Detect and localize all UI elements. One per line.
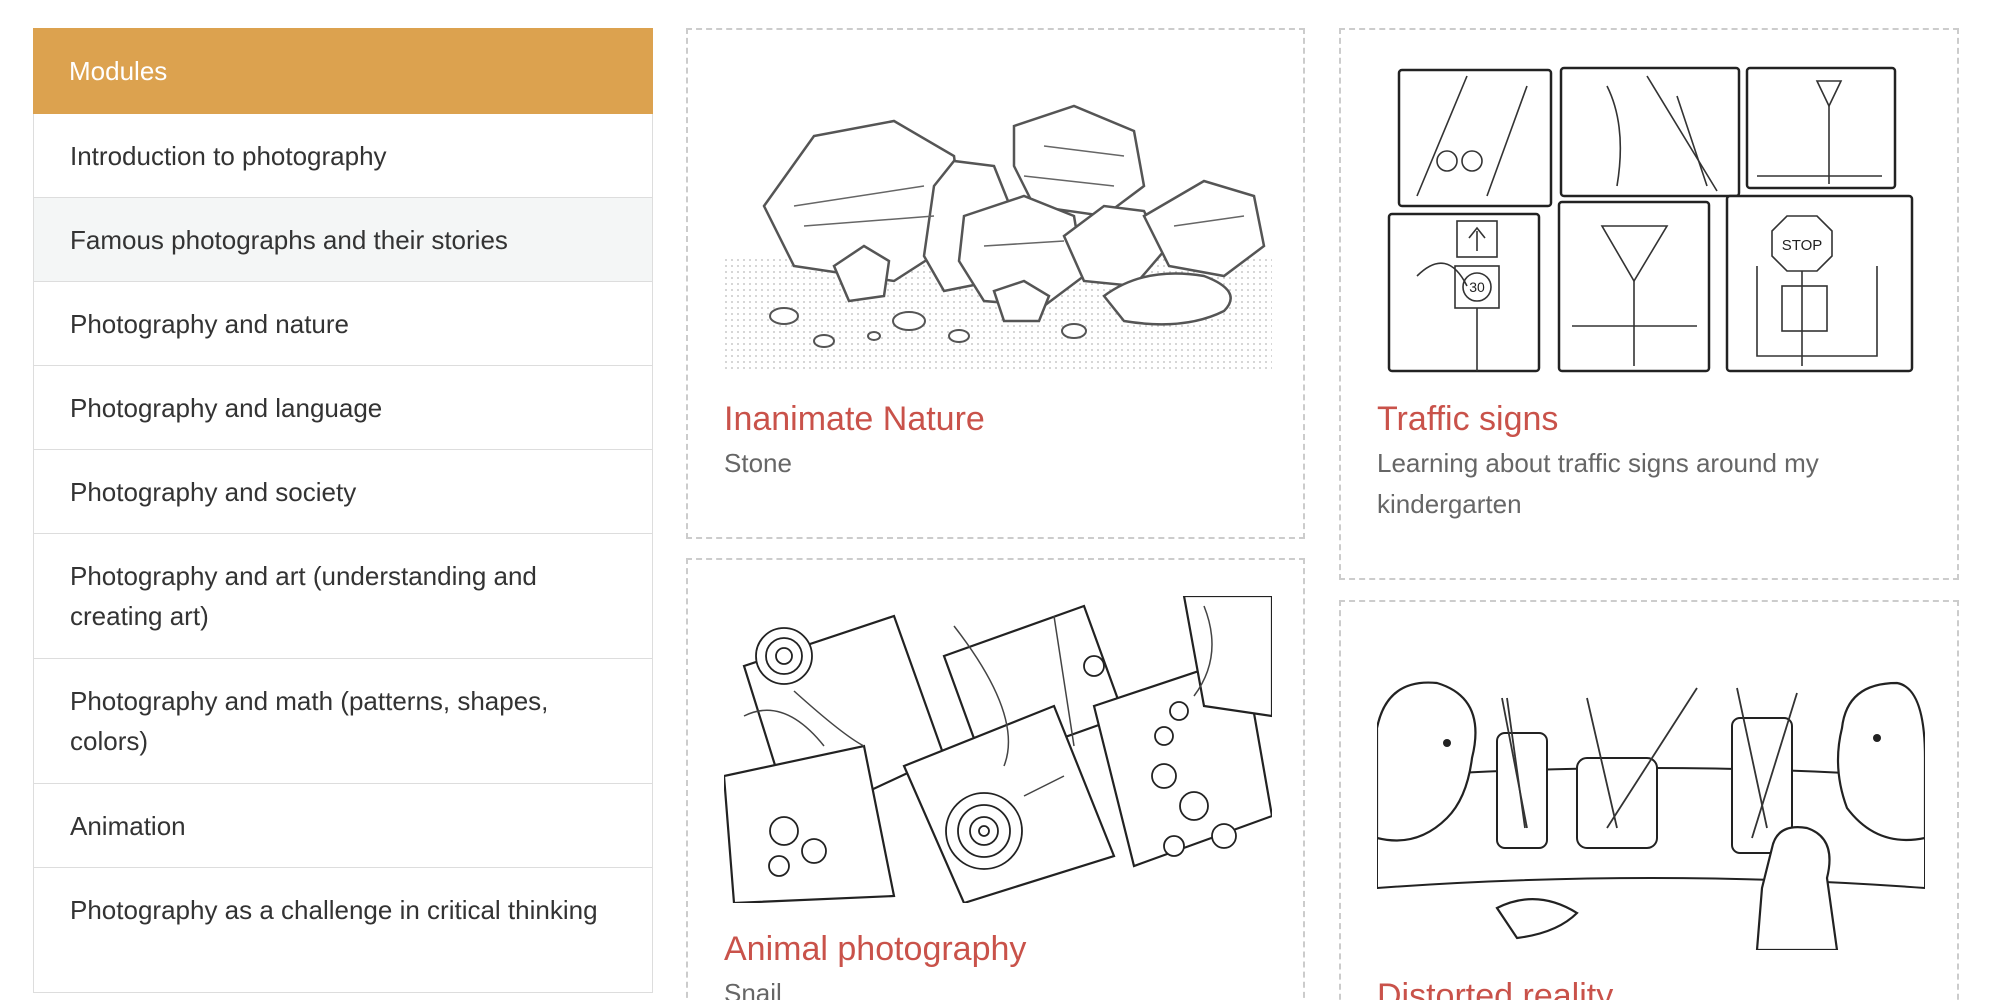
sidebar-item-nature[interactable]: Photography and nature <box>33 282 653 366</box>
modules-sidebar: Modules Introduction to photography Famo… <box>33 28 653 993</box>
sidebar-item-society[interactable]: Photography and society <box>33 450 653 534</box>
card-subtitle: Learning about traffic signs around my k… <box>1377 448 1819 519</box>
sidebar-item-language[interactable]: Photography and language <box>33 366 653 450</box>
traffic-signs-illustration: 30 STOP <box>1377 66 1925 373</box>
module-card-animal-photography[interactable]: Animal photography Snail <box>686 558 1305 1000</box>
glasses-illustration <box>1377 638 1925 950</box>
sidebar-item-math[interactable]: Photography and math (patterns, shapes, … <box>33 659 653 784</box>
sidebar-header: Modules <box>33 28 653 114</box>
card-title: Animal photography <box>724 930 1027 968</box>
card-title: Inanimate Nature <box>724 400 985 438</box>
card-subtitle: Snail <box>724 978 782 1000</box>
sidebar-item-critical-thinking[interactable]: Photography as a challenge in critical t… <box>33 868 653 993</box>
sidebar-item-introduction[interactable]: Introduction to photography <box>33 114 653 198</box>
snails-illustration <box>724 596 1272 903</box>
module-card-traffic-signs[interactable]: 30 STOP Traffic signs Learning about tra… <box>1339 28 1959 580</box>
card-title: Traffic signs <box>1377 400 1559 438</box>
sidebar-item-famous-photographs[interactable]: Famous photographs and their stories <box>33 198 653 282</box>
card-title: Distorted reality <box>1377 977 1614 1000</box>
module-card-distorted-reality[interactable]: Distorted reality <box>1339 600 1959 1000</box>
card-subtitle: Stone <box>724 448 792 478</box>
sidebar-item-art[interactable]: Photography and art (understanding and c… <box>33 534 653 659</box>
svg-text:30: 30 <box>1469 279 1485 295</box>
module-card-inanimate-nature[interactable]: Inanimate Nature Stone <box>686 28 1305 539</box>
svg-text:STOP: STOP <box>1782 237 1823 254</box>
rocks-illustration <box>724 66 1272 373</box>
sidebar-item-animation[interactable]: Animation <box>33 784 653 868</box>
